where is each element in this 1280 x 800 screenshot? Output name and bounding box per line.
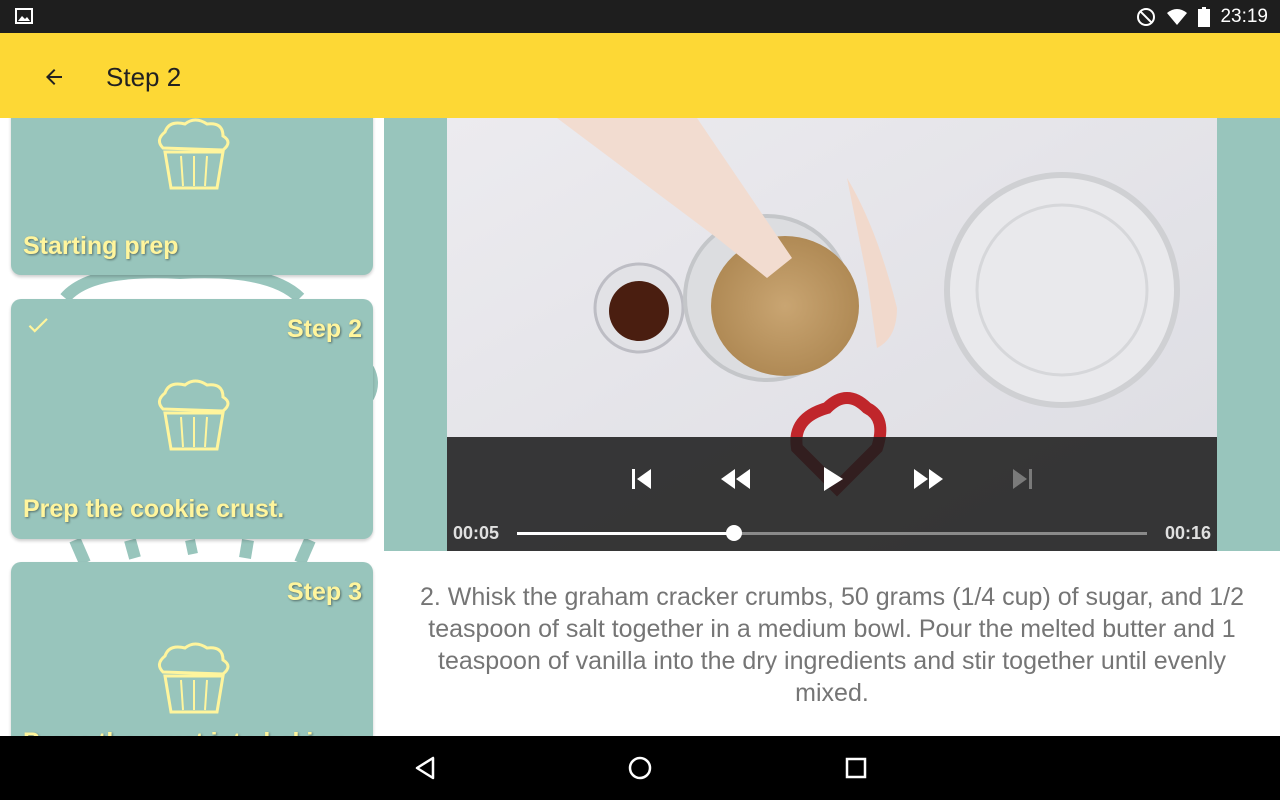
status-bar: 23:19 bbox=[0, 0, 1280, 33]
status-time: 23:19 bbox=[1220, 5, 1268, 27]
arrow-back-icon bbox=[46, 69, 62, 85]
skip-next-icon bbox=[1013, 469, 1032, 489]
content-area: Starting prep Step 2 Prep the cookie cru… bbox=[0, 118, 1280, 736]
nav-recents-button[interactable] bbox=[836, 748, 876, 788]
play-icon bbox=[824, 467, 843, 491]
step-description: Starting prep bbox=[23, 232, 179, 260]
skip-next-button[interactable] bbox=[1000, 461, 1044, 497]
step-number: Step 3 bbox=[286, 578, 362, 606]
fast-forward-button[interactable] bbox=[906, 461, 950, 497]
duration: 00:16 bbox=[1164, 523, 1211, 543]
step-card-3[interactable]: Step 3 Press the crust into baking bbox=[11, 562, 373, 736]
step-number: Step 2 bbox=[286, 315, 362, 343]
home-circle-icon bbox=[628, 756, 652, 780]
play-button[interactable] bbox=[811, 461, 855, 497]
rewind-button[interactable] bbox=[714, 461, 758, 497]
step-list[interactable]: Starting prep Step 2 Prep the cookie cru… bbox=[0, 118, 384, 736]
current-time: 00:05 bbox=[453, 523, 500, 543]
video-panel: 00:05 00:16 bbox=[384, 118, 1280, 551]
skip-previous-button[interactable] bbox=[620, 461, 664, 497]
rewind-icon bbox=[721, 469, 750, 489]
nav-back-button[interactable] bbox=[405, 748, 445, 788]
fast-forward-icon bbox=[914, 469, 943, 489]
do-not-disturb-icon bbox=[1137, 7, 1156, 26]
step-description: Press the crust into baking bbox=[23, 728, 344, 736]
video-controls: 00:05 00:16 bbox=[447, 437, 1217, 551]
skip-previous-icon bbox=[632, 469, 651, 489]
step-description: Prep the cookie crust. bbox=[23, 495, 285, 523]
recents-square-icon bbox=[845, 757, 867, 779]
video-player[interactable]: 00:05 00:16 bbox=[447, 118, 1217, 551]
battery-icon bbox=[1198, 6, 1211, 27]
wifi-icon bbox=[1167, 8, 1188, 25]
muffin-icon bbox=[158, 642, 230, 714]
back-button[interactable] bbox=[30, 53, 78, 101]
seek-bar[interactable] bbox=[517, 525, 1147, 541]
check-icon bbox=[28, 318, 48, 333]
seek-progress bbox=[517, 532, 735, 535]
gallery-icon bbox=[15, 8, 33, 24]
seek-thumb[interactable] bbox=[726, 525, 743, 541]
step-instruction-text: 2. Whisk the graham cracker crumbs, 50 g… bbox=[384, 551, 1280, 736]
back-triangle-icon bbox=[415, 756, 435, 780]
step-card-2[interactable]: Step 2 Prep the cookie crust. bbox=[11, 299, 373, 539]
muffin-icon bbox=[158, 379, 230, 451]
nav-home-button[interactable] bbox=[620, 748, 660, 788]
step-card-1[interactable]: Starting prep bbox=[11, 118, 373, 275]
muffin-icon bbox=[158, 118, 230, 190]
navigation-bar bbox=[0, 736, 1280, 800]
page-title: Step 2 bbox=[106, 62, 182, 92]
app-bar: Step 2 bbox=[0, 33, 1280, 118]
